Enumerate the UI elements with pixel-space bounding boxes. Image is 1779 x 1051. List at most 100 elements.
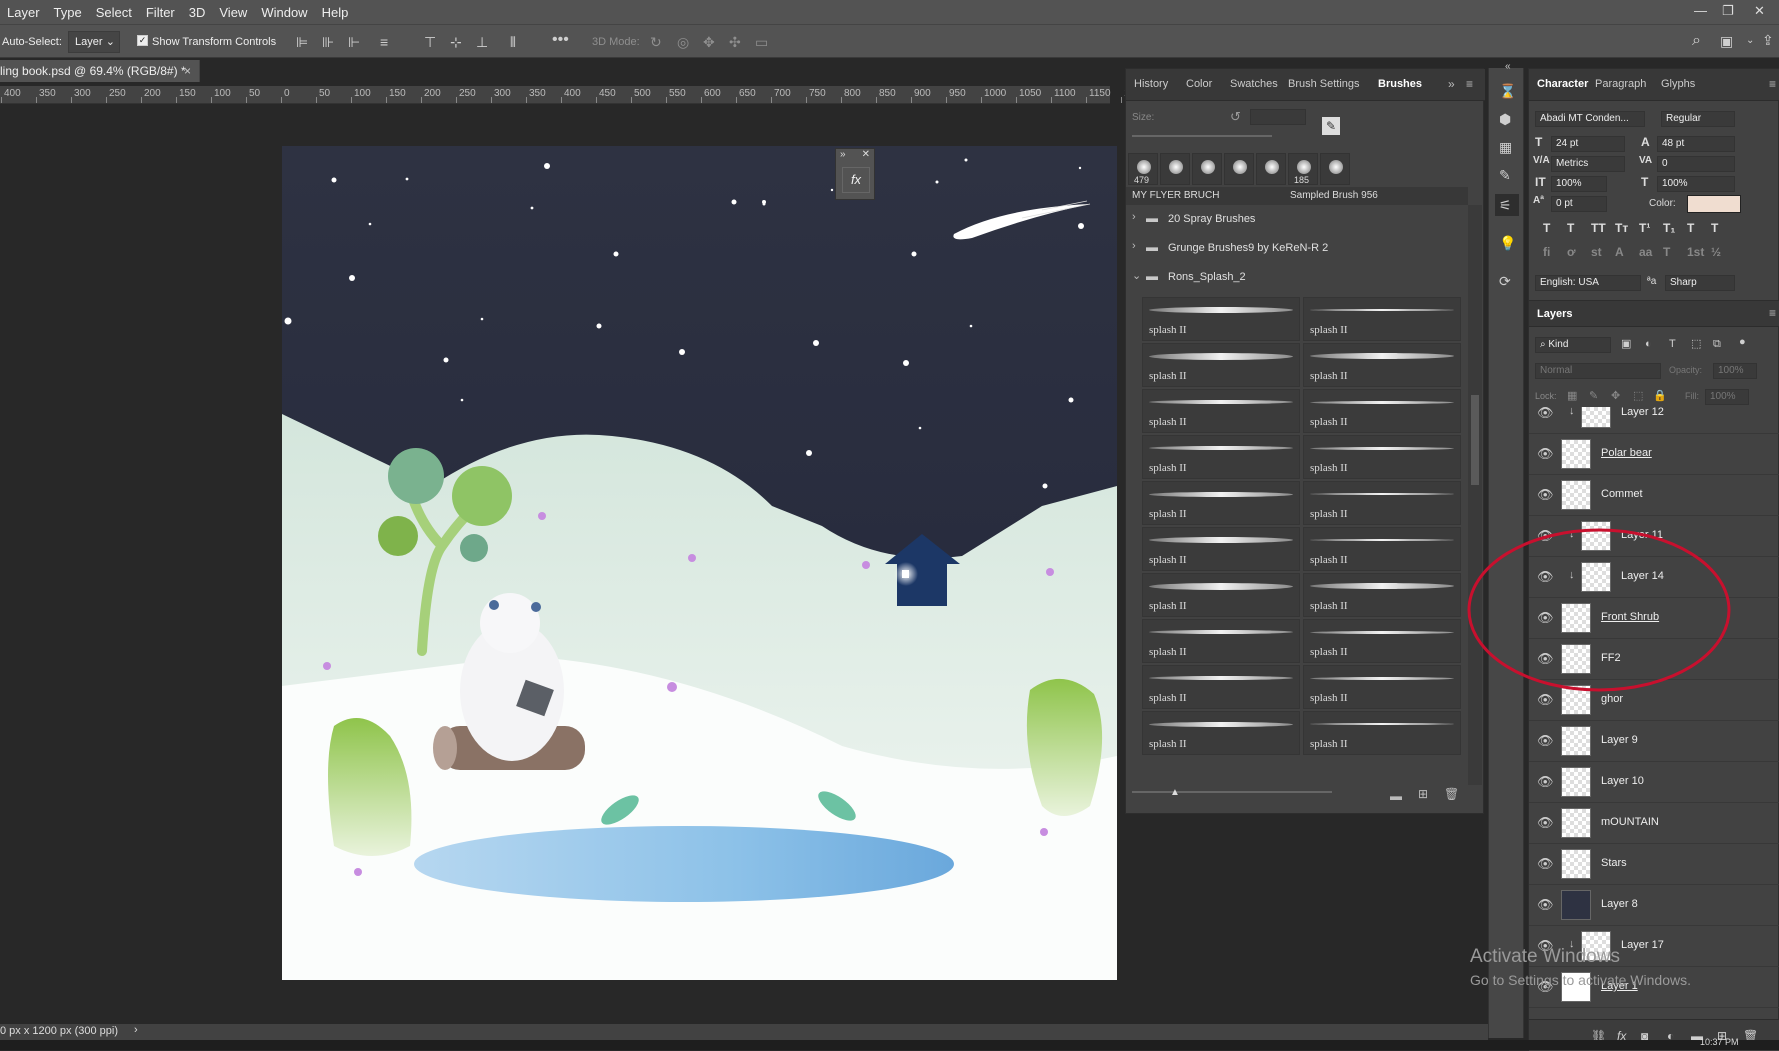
text-color-swatch[interactable] <box>1687 195 1741 213</box>
filter-adjustment-icon[interactable]: ◐ <box>1645 337 1652 351</box>
minimize-button[interactable]: — <box>1694 3 1707 18</box>
brush-thumbnail[interactable]: splash II <box>1142 665 1300 709</box>
align-middle-icon[interactable]: ⊹ <box>450 35 462 49</box>
brush-preset[interactable] <box>1256 153 1286 185</box>
layer-row[interactable]: 👁 Stars <box>1529 844 1779 885</box>
brush-thumbnail[interactable]: splash II <box>1142 297 1300 341</box>
status-arrow-icon[interactable]: › <box>134 1024 138 1036</box>
adjust-icon[interactable]: ⟳ <box>1499 274 1511 288</box>
brush-group[interactable]: › ▬ 20 Spray Brushes <box>1126 205 1468 233</box>
brush-thumbnail[interactable]: splash II <box>1303 711 1461 755</box>
brush-settings-icon[interactable]: ✎ <box>1499 168 1511 182</box>
search-icon[interactable]: ⌕ <box>1692 33 1701 49</box>
align-left-icon[interactable]: ⊫ <box>296 35 308 49</box>
language-dropdown[interactable]: English: USA <box>1535 275 1641 291</box>
layer-row[interactable]: 👁 Polar bear <box>1529 434 1779 475</box>
floating-fx-panel[interactable]: » ✕ fx <box>835 148 875 200</box>
filter-shape-icon[interactable]: ⬚ <box>1691 337 1701 351</box>
opentype-button[interactable]: st <box>1591 245 1602 259</box>
brush-preset[interactable] <box>1160 153 1190 185</box>
3d-camera-icon[interactable]: ▭ <box>755 35 768 49</box>
text-style-button[interactable]: TT <box>1591 221 1606 235</box>
brush-thumbnail[interactable]: splash II <box>1142 343 1300 387</box>
font-size-field[interactable]: 24 pt <box>1551 136 1625 152</box>
close-window-button[interactable]: ✕ <box>1754 3 1765 19</box>
align-top-icon[interactable]: ⊤ <box>424 35 436 49</box>
align-center-icon[interactable]: ⊪ <box>322 35 334 49</box>
brush-thumbnail[interactable]: splash II <box>1142 389 1300 433</box>
3d-orbit-icon[interactable]: ↻ <box>650 35 662 49</box>
menu-type[interactable]: Type <box>47 5 89 20</box>
opentype-button[interactable]: T <box>1663 245 1670 259</box>
tab-glyphs[interactable]: Glyphs <box>1661 78 1695 90</box>
layer-row[interactable]: 👁 Commet <box>1529 475 1779 516</box>
auto-select-dropdown[interactable]: Layer ⌄ <box>68 31 120 53</box>
new-icon[interactable]: ⊞ <box>1418 787 1428 801</box>
close-icon[interactable]: ✕ <box>862 149 870 160</box>
opentype-button[interactable]: fi <box>1543 245 1550 259</box>
opentype-button[interactable]: 1st <box>1687 245 1704 259</box>
tracking-field[interactable]: 0 <box>1657 156 1735 172</box>
lightbulb-icon[interactable]: 💡 <box>1499 236 1516 250</box>
collapse-icon[interactable]: « <box>1505 60 1511 74</box>
brush-preset[interactable] <box>1224 153 1254 185</box>
text-style-button[interactable]: Tт <box>1615 221 1628 235</box>
text-style-button[interactable]: T <box>1543 221 1550 235</box>
align-right-icon[interactable]: ⊩ <box>348 35 360 49</box>
chevron-down-icon[interactable]: ⌄ <box>1746 34 1754 48</box>
size-input[interactable] <box>1250 109 1306 125</box>
tab-brush-settings[interactable]: Brush Settings <box>1288 78 1360 90</box>
visibility-eye-icon[interactable]: 👁 <box>1537 897 1554 913</box>
table-icon[interactable]: ▦ <box>1499 140 1512 154</box>
share-icon[interactable]: ⇪ <box>1762 33 1774 47</box>
document-canvas[interactable]: » ✕ fx <box>282 146 1117 980</box>
menu-select[interactable]: Select <box>89 5 139 20</box>
brush-thumbnail[interactable]: splash II <box>1142 435 1300 479</box>
filter-smart-object-icon[interactable]: ⧉ <box>1713 337 1721 351</box>
layer-row[interactable]: 👁 Layer 9 <box>1529 721 1779 762</box>
layer-row[interactable]: 👁 mOUNTAIN <box>1529 803 1779 844</box>
panel-menu-icon[interactable]: ≡ <box>1769 306 1776 320</box>
brush-thumbnail[interactable]: splash II <box>1142 619 1300 663</box>
brush-thumbnail[interactable]: splash II <box>1303 573 1461 617</box>
opentype-button[interactable]: aa <box>1639 245 1652 259</box>
brush-thumbnail[interactable]: splash II <box>1303 343 1461 387</box>
blend-mode-dropdown[interactable]: Normal <box>1535 363 1661 379</box>
kerning-field[interactable]: Metrics <box>1551 156 1625 172</box>
chevron-right-icon[interactable]: › <box>1132 240 1136 252</box>
3d-slide-icon[interactable]: ✣ <box>729 35 741 49</box>
brush-thumbnail[interactable]: splash II <box>1303 619 1461 663</box>
brush-thumbnail[interactable]: splash II <box>1303 297 1461 341</box>
menu-3d[interactable]: 3D <box>182 5 213 20</box>
3d-pan-icon[interactable]: ✥ <box>703 35 715 49</box>
opentype-button[interactable]: A <box>1615 245 1624 259</box>
tab-history[interactable]: History <box>1134 78 1168 90</box>
brush-thumbnail[interactable]: splash II <box>1142 481 1300 525</box>
brushes-icon[interactable]: ⚟ <box>1495 194 1519 216</box>
menu-help[interactable]: Help <box>315 5 356 20</box>
fx-icon[interactable]: fx <box>842 167 870 193</box>
brush-thumbnail[interactable]: splash II <box>1142 573 1300 617</box>
panel-menu-icon[interactable]: ≡ <box>1466 77 1473 91</box>
visibility-eye-icon[interactable]: 👁 <box>1537 487 1554 503</box>
distribute-icon[interactable]: ≡ <box>380 35 388 49</box>
expand-icon[interactable]: » <box>840 149 846 160</box>
new-brush-icon[interactable]: ✎ <box>1322 117 1340 135</box>
visibility-eye-icon[interactable]: 👁 <box>1537 446 1554 462</box>
lock-artboard-icon[interactable]: ⬚ <box>1633 389 1643 403</box>
close-tab-icon[interactable]: × <box>184 64 191 78</box>
tab-character[interactable]: Character <box>1537 78 1588 90</box>
text-style-button[interactable]: T₁ <box>1663 221 1675 235</box>
layer-row[interactable]: 👁 Layer 8 <box>1529 885 1779 926</box>
opacity-field[interactable]: 100% <box>1713 363 1757 379</box>
document-tab[interactable]: ling book.psd @ 69.4% (RGB/8#) * × <box>0 60 200 82</box>
tab-color[interactable]: Color <box>1186 78 1212 90</box>
layer-row[interactable]: 👁 ↓ Layer 12 <box>1529 407 1779 434</box>
distribute-vertical-icon[interactable]: ⫴ <box>510 35 516 49</box>
brush-preset[interactable] <box>1320 153 1350 185</box>
filter-toggle-icon[interactable]: ● <box>1739 335 1746 349</box>
tab-swatches[interactable]: Swatches <box>1230 78 1278 90</box>
menu-layer[interactable]: Layer <box>0 5 47 20</box>
visibility-eye-icon[interactable]: 👁 <box>1537 774 1554 790</box>
brush-thumbnail[interactable]: splash II <box>1303 435 1461 479</box>
